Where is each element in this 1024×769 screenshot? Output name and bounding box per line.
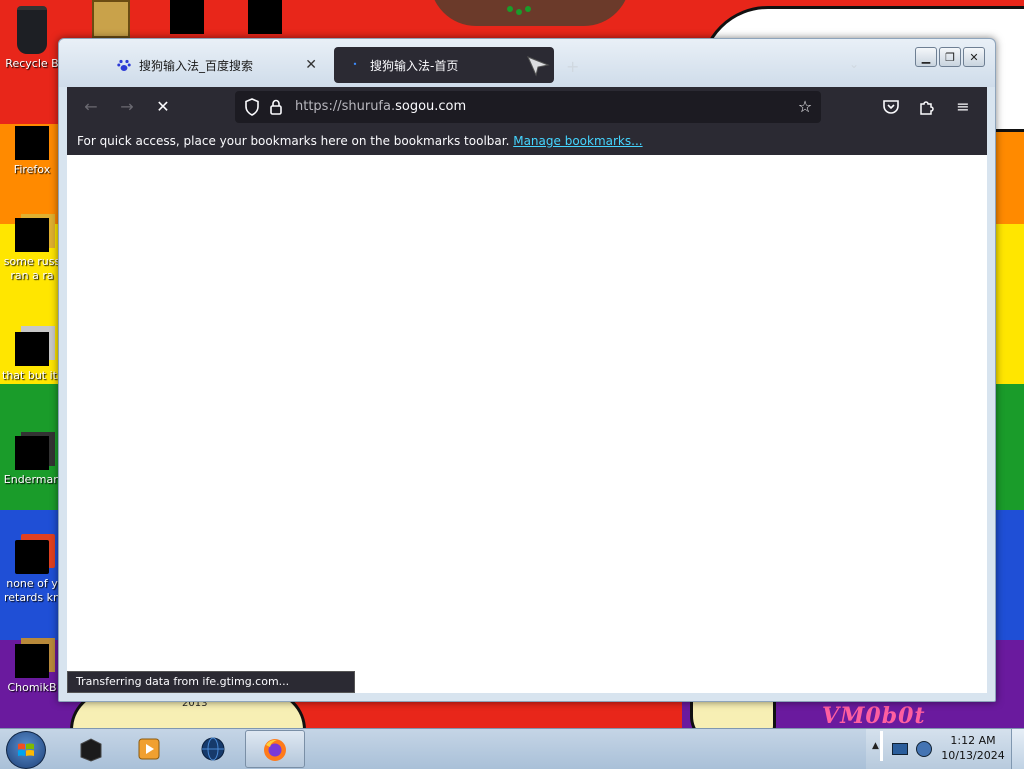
bookmarks-toolbar: For quick access, place your bookmarks h… xyxy=(67,127,987,155)
desktop-icon-label: Firefox xyxy=(13,163,51,176)
page-content-blank[interactable] xyxy=(67,155,987,693)
desktop-icon-label-line2: ran a ra xyxy=(10,269,54,282)
desktop-icon-enderman[interactable]: Enderman xyxy=(2,436,62,487)
redacted-app-icon xyxy=(15,436,49,470)
hamburger-menu-icon[interactable]: ≡ xyxy=(951,95,975,119)
tab-sogou-home[interactable]: • 搜狗输入法-首页 xyxy=(334,47,554,83)
redacted-app-icon[interactable] xyxy=(170,0,204,34)
clock-date: 10/13/2024 xyxy=(941,749,1005,762)
wallpaper-signature-text: VM0b0t xyxy=(822,703,926,729)
desktop-icon-label-line2: retards kn xyxy=(4,591,60,604)
show-desktop-button[interactable] xyxy=(1011,729,1024,769)
desktop-icon-label: ChomikB xyxy=(7,681,57,694)
lock-icon[interactable] xyxy=(269,98,285,116)
redacted-media-icon xyxy=(15,540,49,574)
firefox-icon xyxy=(264,739,286,761)
manage-bookmarks-link[interactable]: Manage bookmarks... xyxy=(513,134,642,148)
taskbar: ▲ 1:12 AM 10/13/2024 xyxy=(0,728,1024,769)
network-icon[interactable] xyxy=(892,743,908,755)
window-titlebar[interactable]: 搜狗输入法_百度搜索 ✕ • 搜狗输入法-首页 + ⌄ ▁ ❐ ✕ xyxy=(59,39,995,87)
redacted-document-icon xyxy=(15,218,49,252)
taskbar-item-app[interactable] xyxy=(62,730,118,768)
taskbar-item-media-player[interactable] xyxy=(120,730,176,768)
media-player-icon xyxy=(138,738,160,760)
bookmark-star-icon[interactable]: ☆ xyxy=(795,97,815,117)
windows-logo-icon xyxy=(18,743,34,756)
tab-close-icon[interactable]: ✕ xyxy=(305,57,317,73)
tab-baidu-search[interactable]: 搜狗输入法_百度搜索 ✕ xyxy=(103,47,325,83)
list-all-tabs-chevron-icon[interactable]: ⌄ xyxy=(849,57,859,71)
status-panel: Transferring data from ife.gtimg.com... xyxy=(67,671,355,693)
desktop-icon-label: some russ xyxy=(3,255,61,268)
redacted-firefox-icon xyxy=(15,126,49,160)
url-host: sogou.com xyxy=(395,99,467,114)
desktop-icon-chomik[interactable]: ChomikB xyxy=(2,644,62,695)
desktop-icon-media[interactable]: none of y retards kn xyxy=(2,540,62,605)
desktop-icon-file[interactable]: that but its xyxy=(2,332,62,383)
baidu-paw-icon xyxy=(117,58,131,72)
navigation-toolbar: ← → ✕ https://shurufa.sogou.com ☆ ≡ xyxy=(67,87,987,127)
browser-body: ← → ✕ https://shurufa.sogou.com ☆ ≡ For … xyxy=(67,87,987,693)
stop-loading-icon[interactable]: ✕ xyxy=(151,95,175,119)
url-text[interactable]: https://shurufa.sogou.com xyxy=(295,99,466,114)
desktop-icon-label: that but its xyxy=(2,369,62,382)
tray-divider xyxy=(880,731,883,761)
desktop-icon-label: Recycle B xyxy=(5,57,59,70)
recycle-bin-icon xyxy=(17,6,47,54)
new-tab-plus-icon[interactable]: + xyxy=(566,57,579,76)
start-button[interactable] xyxy=(6,731,46,769)
url-prefix: https://shurufa. xyxy=(295,99,396,114)
system-tray: ▲ 1:12 AM 10/13/2024 xyxy=(866,729,1024,769)
mouse-cursor-icon xyxy=(526,55,550,77)
tab-title: 搜狗输入法-首页 xyxy=(370,58,459,73)
forward-arrow-icon[interactable]: → xyxy=(115,95,139,119)
url-bar[interactable]: https://shurufa.sogou.com ☆ xyxy=(235,91,821,123)
desktop-icon-firefox[interactable]: Firefox xyxy=(2,126,62,177)
tracking-protection-shield-icon[interactable] xyxy=(243,98,261,116)
desktop-icon-label: none of y xyxy=(6,577,58,590)
bookmarks-toolbar-message: For quick access, place your bookmarks h… xyxy=(77,134,514,148)
tab-title: 搜狗输入法_百度搜索 xyxy=(139,58,254,73)
volume-icon[interactable] xyxy=(916,741,932,757)
extensions-puzzle-icon[interactable] xyxy=(915,95,939,119)
clock-time: 1:12 AM xyxy=(950,734,996,747)
clock[interactable]: 1:12 AM 10/13/2024 xyxy=(938,733,1008,763)
pocket-icon[interactable] xyxy=(879,95,903,119)
back-arrow-icon[interactable]: ← xyxy=(79,95,103,119)
taskbar-item-firefox[interactable] xyxy=(245,730,305,768)
desktop-icon-document[interactable]: some russ ran a ra xyxy=(2,218,62,283)
redacted-file-icon xyxy=(15,332,49,366)
loading-dot-icon: • xyxy=(352,60,358,69)
desktop-icon-label: Enderman xyxy=(3,473,61,486)
wallpaper-dots xyxy=(505,6,533,16)
maximize-button[interactable]: ❐ xyxy=(939,47,961,67)
window-controls: ▁ ❐ ✕ xyxy=(915,47,985,67)
firefox-window: 搜狗输入法_百度搜索 ✕ • 搜狗输入法-首页 + ⌄ ▁ ❐ ✕ ← → ✕ xyxy=(58,38,996,702)
taskbar-item-globe[interactable] xyxy=(184,730,240,768)
desktop-icon-recycle-bin[interactable]: Recycle B xyxy=(2,6,62,71)
redacted-app-icon[interactable] xyxy=(248,0,282,34)
folder-icon[interactable] xyxy=(92,0,130,38)
minimize-button[interactable]: ▁ xyxy=(915,47,937,67)
show-hidden-icons-arrow-icon[interactable]: ▲ xyxy=(872,741,879,751)
close-button[interactable]: ✕ xyxy=(963,47,985,67)
globe-app-icon xyxy=(201,737,225,761)
redacted-app-icon xyxy=(15,644,49,678)
black-box-app-icon xyxy=(80,738,102,762)
